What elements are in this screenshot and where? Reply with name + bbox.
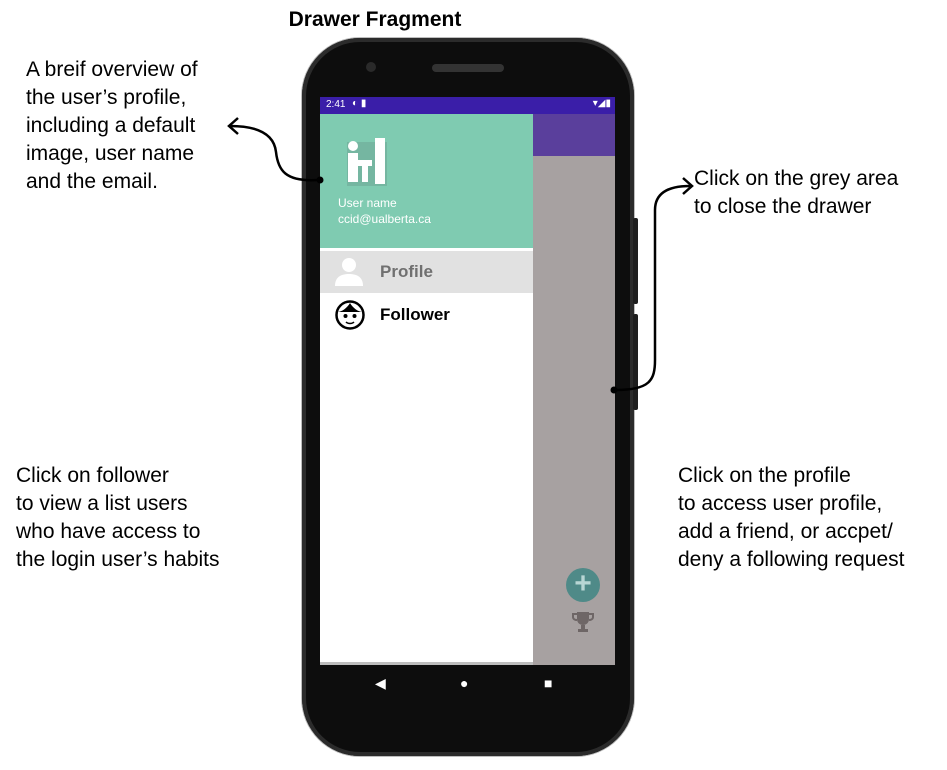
navigation-drawer: User name ccid@ualberta.ca Profile Follo… <box>320 114 533 665</box>
earpiece-speaker <box>432 64 504 72</box>
system-nav-bar: ◀ ● ■ <box>320 665 615 705</box>
signal-battery-icons: ▾◢▮ <box>592 98 611 109</box>
status-bar: 2:41 ◐ ▮ ▾◢▮ <box>320 97 615 114</box>
drawer-user-email: ccid@ualberta.ca <box>338 212 431 226</box>
phone-screen: 2:41 ◐ ▮ ▾◢▮ + User name ccid@ualberta.c… <box>320 97 615 665</box>
recents-button[interactable]: ■ <box>544 675 552 691</box>
face-icon <box>334 299 366 336</box>
trophy-icon[interactable] <box>570 609 596 640</box>
status-time: 2:41 <box>326 99 346 110</box>
annotation-profile-header: A breif overview of the user’s profile, … <box>26 58 198 193</box>
drawer-item-label: Follower <box>380 305 450 324</box>
drawer-item-follower[interactable]: Follower <box>320 294 533 336</box>
home-button[interactable]: ● <box>460 675 468 691</box>
add-habit-fab[interactable]: + <box>566 568 600 602</box>
default-avatar-icon <box>345 138 389 193</box>
drawer-header: User name ccid@ualberta.ca <box>320 114 533 248</box>
person-icon <box>334 256 364 293</box>
drawer-item-profile[interactable]: Profile <box>320 251 533 293</box>
notification-icons: ◐ ▮ <box>352 98 367 109</box>
power-button[interactable] <box>633 314 638 410</box>
volume-button[interactable] <box>633 218 638 304</box>
drawer-item-label: Profile <box>380 262 433 281</box>
front-camera <box>366 62 376 72</box>
app-bar <box>533 114 615 156</box>
annotation-follower: Click on follower to view a list users w… <box>16 464 220 571</box>
page-title: Drawer Fragment <box>288 8 462 31</box>
phone-frame: 2:41 ◐ ▮ ▾◢▮ + User name ccid@ualberta.c… <box>302 38 638 756</box>
back-button[interactable]: ◀ <box>375 675 386 692</box>
annotation-profile: Click on the profile to access user prof… <box>678 464 905 571</box>
annotation-close-drawer: Click on the grey area to close the draw… <box>694 167 899 218</box>
drawer-user-name: User name <box>338 196 397 210</box>
